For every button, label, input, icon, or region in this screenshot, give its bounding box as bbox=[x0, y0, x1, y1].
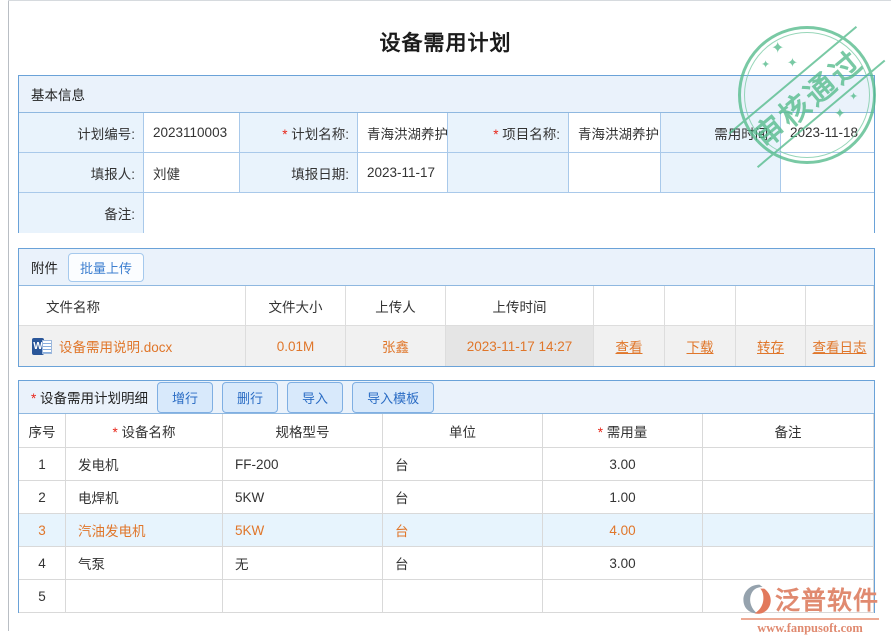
empty-value-cell bbox=[569, 153, 661, 193]
basic-info-section: 基本信息 计划编号: 2023110003 计划名称: 青海洪湖养护 项目名称:… bbox=[18, 75, 875, 233]
row-seq[interactable]: 2 bbox=[19, 481, 66, 514]
empty-label-cell bbox=[661, 153, 781, 193]
need-time-label: 需用时间: bbox=[661, 113, 781, 153]
col-header-unit: 单位 bbox=[383, 414, 543, 448]
view-link[interactable]: 查看 bbox=[616, 336, 643, 356]
col-header-uploader: 上传人 bbox=[346, 286, 446, 326]
col-header-required-qty: 需用量 bbox=[543, 414, 703, 448]
view-log-link[interactable]: 查看日志 bbox=[813, 336, 867, 356]
fill-date-label: 填报日期: bbox=[240, 153, 358, 193]
batch-upload-button[interactable]: 批量上传 bbox=[68, 253, 144, 282]
brand-name: 泛普软件 bbox=[775, 581, 879, 617]
row-equipment-name[interactable]: 电焊机 bbox=[66, 481, 223, 514]
col-header-remark: 备注 bbox=[703, 414, 874, 448]
basic-info-section-title: 基本信息 bbox=[19, 76, 874, 113]
row-qty[interactable]: 3.00 bbox=[543, 448, 703, 481]
star-icon: ✦ bbox=[761, 60, 770, 71]
attachments-section: 附件 批量上传 文件名称 文件大小 上传人 上传时间 设备需用说明.docx 0… bbox=[18, 248, 875, 367]
row-seq[interactable]: 1 bbox=[19, 448, 66, 481]
filler-label: 填报人: bbox=[19, 153, 144, 193]
fanpu-logo-icon bbox=[741, 583, 773, 615]
col-header-equipment-name: 设备名称 bbox=[66, 414, 223, 448]
col-header-file-size: 文件大小 bbox=[246, 286, 346, 326]
row-qty[interactable]: 1.00 bbox=[543, 481, 703, 514]
project-name-value: 青海洪湖养护 bbox=[569, 113, 661, 153]
row-remark[interactable] bbox=[703, 514, 874, 547]
add-row-button[interactable]: 增行 bbox=[157, 382, 213, 413]
col-header-upload-time: 上传时间 bbox=[446, 286, 594, 326]
col-header-file-name: 文件名称 bbox=[19, 286, 246, 326]
row-equipment-name[interactable] bbox=[66, 580, 223, 613]
star-icon: ✦ bbox=[787, 56, 798, 69]
plan-no-label: 计划编号: bbox=[19, 113, 144, 153]
row-model[interactable]: FF-200 bbox=[223, 448, 383, 481]
remark-label: 备注: bbox=[19, 193, 144, 233]
row-seq[interactable]: 4 bbox=[19, 547, 66, 580]
row-unit[interactable] bbox=[383, 580, 543, 613]
plan-name-label: 计划名称: bbox=[240, 113, 358, 153]
download-link[interactable]: 下载 bbox=[687, 336, 714, 356]
attachment-uploader: 张鑫 bbox=[346, 326, 446, 366]
empty-value-cell bbox=[781, 153, 874, 193]
fanpu-watermark: 泛普软件 www.fanpusoft.com bbox=[741, 581, 879, 636]
row-qty[interactable]: 4.00 bbox=[543, 514, 703, 547]
row-unit[interactable]: 台 bbox=[383, 547, 543, 580]
row-equipment-name[interactable]: 气泵 bbox=[66, 547, 223, 580]
row-equipment-name[interactable]: 发电机 bbox=[66, 448, 223, 481]
row-qty[interactable]: 3.00 bbox=[543, 547, 703, 580]
row-model[interactable]: 5KW bbox=[223, 514, 383, 547]
row-unit[interactable]: 台 bbox=[383, 448, 543, 481]
delete-row-button[interactable]: 删行 bbox=[222, 382, 278, 413]
col-header-model: 规格型号 bbox=[223, 414, 383, 448]
empty-label-cell bbox=[448, 153, 569, 193]
row-unit[interactable]: 台 bbox=[383, 481, 543, 514]
row-model[interactable]: 5KW bbox=[223, 481, 383, 514]
attachments-section-title: 附件 bbox=[31, 257, 58, 277]
attachments-table: 文件名称 文件大小 上传人 上传时间 设备需用说明.docx 0.01M 张鑫 … bbox=[19, 286, 874, 366]
import-button[interactable]: 导入 bbox=[287, 382, 343, 413]
row-qty[interactable] bbox=[543, 580, 703, 613]
detail-section: 设备需用计划明细 增行 删行 导入 导入模板 序号 设备名称 规格型号 单位 需… bbox=[18, 380, 875, 613]
col-header-action bbox=[665, 286, 736, 326]
col-header-seq: 序号 bbox=[19, 414, 66, 448]
remark-value bbox=[144, 193, 874, 233]
need-time-value: 2023-11-18 bbox=[781, 113, 874, 153]
basic-info-grid: 计划编号: 2023110003 计划名称: 青海洪湖养护 项目名称: 青海洪湖… bbox=[19, 113, 874, 233]
row-remark[interactable] bbox=[703, 448, 874, 481]
attachment-upload-time: 2023-11-17 14:27 bbox=[446, 326, 594, 366]
plan-no-value: 2023110003 bbox=[144, 113, 240, 153]
brand-url: www.fanpusoft.com bbox=[741, 618, 879, 636]
filler-value: 刘健 bbox=[144, 153, 240, 193]
row-remark[interactable] bbox=[703, 547, 874, 580]
row-remark[interactable] bbox=[703, 481, 874, 514]
plan-name-value: 青海洪湖养护 bbox=[358, 113, 448, 153]
page-frame-top bbox=[8, 0, 891, 1]
attachment-file-size: 0.01M bbox=[246, 326, 346, 366]
row-equipment-name[interactable]: 汽油发电机 bbox=[66, 514, 223, 547]
import-template-button[interactable]: 导入模板 bbox=[352, 382, 434, 413]
transfer-save-link[interactable]: 转存 bbox=[757, 336, 784, 356]
row-model[interactable] bbox=[223, 580, 383, 613]
project-name-label: 项目名称: bbox=[448, 113, 569, 153]
detail-section-title: 设备需用计划明细 bbox=[31, 387, 148, 407]
attachment-file-name-link[interactable]: 设备需用说明.docx bbox=[59, 336, 172, 356]
col-header-action bbox=[736, 286, 806, 326]
attachment-file-name-cell[interactable]: 设备需用说明.docx bbox=[19, 326, 246, 366]
page-title: 设备需用计划 bbox=[0, 0, 891, 57]
row-seq[interactable]: 5 bbox=[19, 580, 66, 613]
row-model[interactable]: 无 bbox=[223, 547, 383, 580]
fill-date-value: 2023-11-17 bbox=[358, 153, 448, 193]
row-seq[interactable]: 3 bbox=[19, 514, 66, 547]
col-header-action bbox=[806, 286, 874, 326]
row-unit[interactable]: 台 bbox=[383, 514, 543, 547]
col-header-action bbox=[594, 286, 665, 326]
word-file-icon bbox=[32, 338, 52, 355]
page-frame-left bbox=[8, 0, 9, 631]
